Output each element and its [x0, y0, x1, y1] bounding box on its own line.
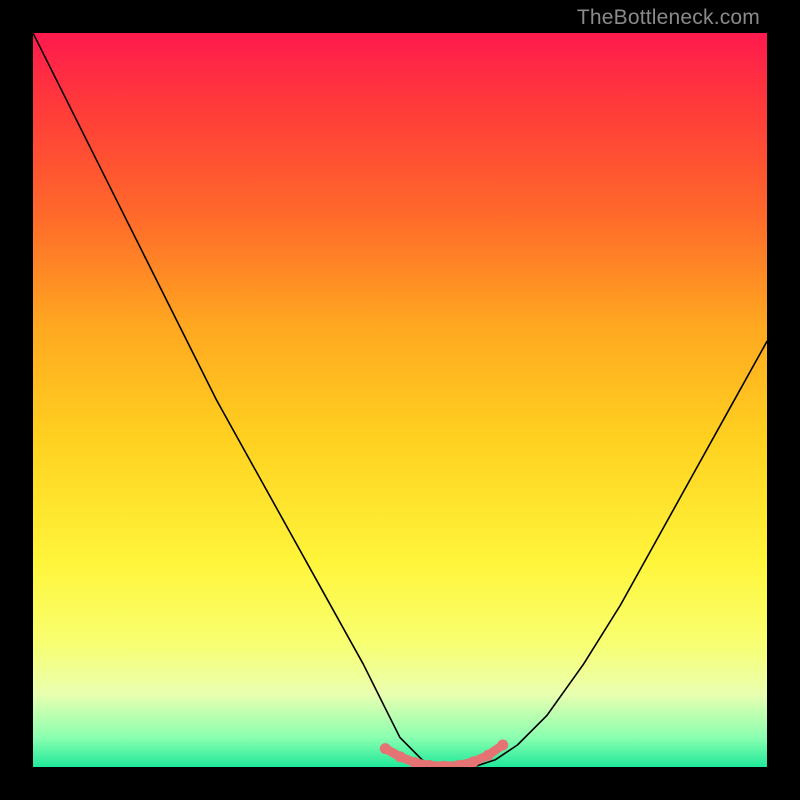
plot-area: [33, 33, 767, 767]
optimal-range-dot: [380, 743, 391, 754]
optimal-range-dot: [395, 751, 406, 762]
optimal-range-dot: [468, 756, 479, 767]
chart-frame: TheBottleneck.com: [0, 0, 800, 800]
optimal-range-dot: [497, 740, 508, 751]
chart-svg: [33, 33, 767, 767]
bottleneck-curve: [33, 33, 767, 767]
optimal-range-dots: [380, 740, 509, 768]
optimal-range-dot: [483, 750, 494, 761]
watermark-text: TheBottleneck.com: [577, 6, 760, 30]
